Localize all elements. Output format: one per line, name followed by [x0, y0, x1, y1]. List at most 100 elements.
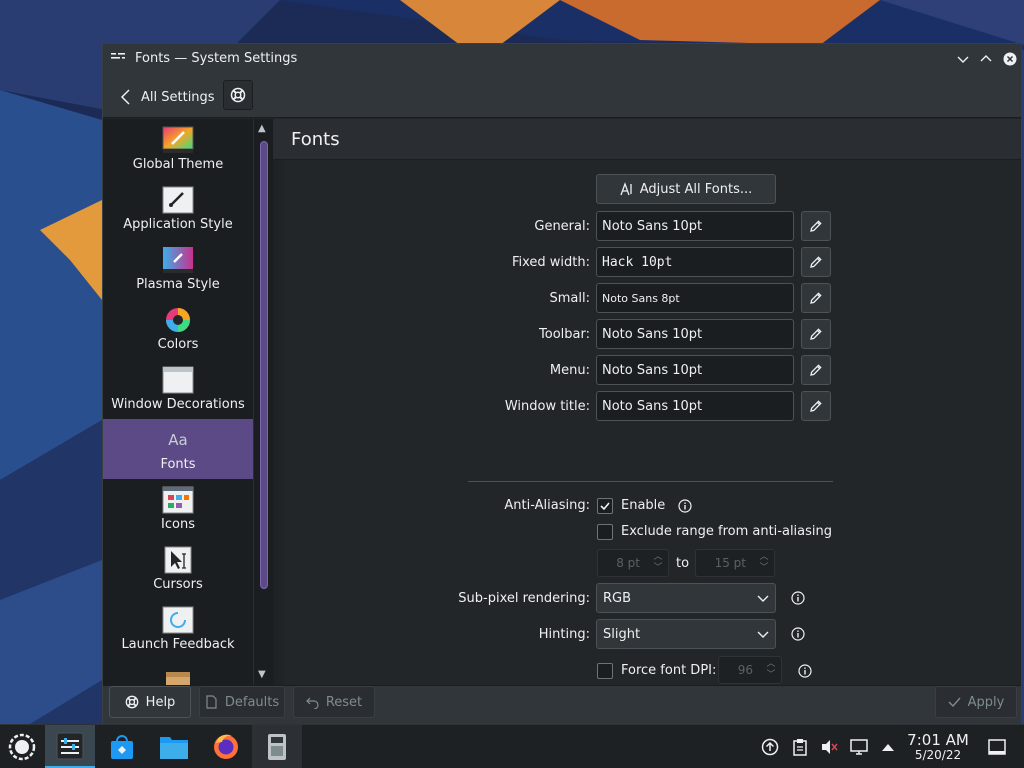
- package-icon: [162, 665, 194, 685]
- task-firefox[interactable]: [201, 725, 251, 768]
- cursors-icon: [162, 545, 194, 575]
- show-desktop-icon[interactable]: [988, 738, 1006, 756]
- settings-sidebar: Global Theme Application Style Plasma St…: [103, 119, 273, 685]
- info-icon[interactable]: [798, 664, 812, 678]
- antialiasing-enable-label: Enable: [621, 498, 666, 513]
- adjust-all-fonts-label: Adjust All Fonts...: [639, 181, 753, 197]
- sidebar-scrollbar-thumb[interactable]: [260, 141, 268, 589]
- scroll-up-arrow-icon[interactable]: ▲: [258, 123, 266, 134]
- general-font-edit-button[interactable]: [801, 211, 831, 241]
- exclude-range-to-spinbox[interactable]: 15 pt ︿ ﹀: [695, 549, 775, 577]
- fixed-width-font-edit-button[interactable]: [801, 247, 831, 277]
- small-font-edit-button[interactable]: [801, 283, 831, 313]
- screenshot-app-icon: [268, 734, 286, 760]
- chevron-down-icon: [757, 631, 769, 638]
- force-dpi-checkbox[interactable]: [597, 663, 613, 679]
- clipboard-tray-icon[interactable]: [791, 738, 809, 756]
- task-dolphin[interactable]: [149, 725, 199, 768]
- close-button[interactable]: [1001, 50, 1019, 68]
- system-settings-icon: [56, 732, 84, 759]
- exclude-range-label: Exclude range from anti-aliasing: [621, 524, 833, 539]
- discover-store-icon: [111, 735, 133, 759]
- sidebar-item-cursors[interactable]: Cursors: [103, 539, 253, 599]
- checkmark-icon: [948, 697, 961, 708]
- sidebar-item-label: Icons: [161, 517, 195, 532]
- checkmark-icon: [600, 502, 610, 511]
- font-adjust-icon: [620, 182, 632, 196]
- window-title-font-edit-button[interactable]: [801, 391, 831, 421]
- info-icon[interactable]: [678, 499, 692, 513]
- small-font-field[interactable]: Noto Sans 8pt: [596, 283, 794, 313]
- close-icon: [1003, 52, 1017, 66]
- spin-arrows-icon[interactable]: ︿ ﹀: [765, 659, 777, 681]
- icons-icon: [162, 485, 194, 515]
- range-to-label: to: [676, 556, 690, 571]
- sidebar-item-fonts[interactable]: Aa Fonts: [103, 419, 253, 479]
- sidebar-item-global-theme[interactable]: Global Theme: [103, 119, 253, 179]
- general-font-field[interactable]: Noto Sans 10pt: [596, 211, 794, 241]
- sidebar-item-launch-feedback[interactable]: Launch Feedback: [103, 599, 253, 659]
- maximize-button[interactable]: [977, 50, 995, 68]
- pencil-icon: [810, 328, 822, 340]
- update-tray-icon[interactable]: [761, 738, 779, 756]
- antialiasing-enable-checkbox[interactable]: [597, 498, 613, 514]
- force-dpi-spinbox[interactable]: 96 ︿ ﹀: [718, 656, 782, 684]
- sidebar-item-colors[interactable]: Colors: [103, 299, 253, 359]
- scroll-down-arrow-icon[interactable]: ▼: [258, 669, 266, 680]
- help-lifebuoy-button[interactable]: [223, 80, 253, 110]
- sidebar-item-application-style[interactable]: Application Style: [103, 179, 253, 239]
- menu-font-edit-button[interactable]: [801, 355, 831, 385]
- fixed-width-font-label: Fixed width:: [511, 255, 590, 270]
- steam-deck-launcher-icon: [8, 733, 36, 761]
- sidebar-item-plasma-style[interactable]: Plasma Style: [103, 239, 253, 299]
- toolbar-font-field[interactable]: Noto Sans 10pt: [596, 319, 794, 349]
- sidebar-item-icons[interactable]: Icons: [103, 479, 253, 539]
- pencil-icon: [810, 292, 822, 304]
- network-tray-icon[interactable]: [850, 738, 868, 756]
- sidebar-scrollbar[interactable]: ▲ ▼: [253, 119, 273, 685]
- plasma-style-icon: [162, 245, 194, 275]
- dialog-button-bar: Help Defaults Reset Apply: [103, 685, 1021, 725]
- sidebar-item-label: Colors: [157, 337, 199, 352]
- window-title-font-field[interactable]: Noto Sans 10pt: [596, 391, 794, 421]
- spin-arrows-icon[interactable]: ︿ ﹀: [758, 552, 770, 574]
- subpixel-rendering-combobox[interactable]: RGB: [596, 583, 776, 613]
- exclude-range-checkbox[interactable]: [597, 524, 613, 540]
- page-title: Fonts: [291, 129, 340, 150]
- system-settings-window: Fonts — System Settings All Settings Glo…: [102, 43, 1022, 725]
- exclude-range-from-spinbox[interactable]: 8 pt ︿ ﹀: [597, 549, 669, 577]
- all-settings-back-button[interactable]: All Settings: [119, 86, 215, 108]
- defaults-button[interactable]: Defaults: [199, 686, 285, 718]
- sidebar-item-partial[interactable]: [103, 659, 253, 685]
- reset-button[interactable]: Reset: [293, 686, 375, 718]
- info-icon[interactable]: [791, 591, 805, 605]
- chevron-down-icon: [757, 595, 769, 602]
- digital-clock[interactable]: 7:01 AM 5/20/22: [898, 731, 978, 762]
- volume-muted-tray-icon[interactable]: [820, 738, 838, 756]
- apply-button[interactable]: Apply: [935, 686, 1017, 718]
- adjust-all-fonts-button[interactable]: Adjust All Fonts...: [596, 174, 776, 204]
- task-discover[interactable]: [97, 725, 147, 768]
- minimize-button[interactable]: [954, 50, 972, 68]
- sidebar-item-label: Launch Feedback: [121, 637, 235, 652]
- tray-expand-arrow-icon[interactable]: [879, 738, 897, 756]
- task-system-settings[interactable]: [45, 725, 95, 768]
- clock-time: 7:01 AM: [907, 731, 969, 749]
- chevron-left-icon: [120, 89, 130, 105]
- fixed-width-font-field[interactable]: Hack 10pt: [596, 247, 794, 277]
- sidebar-item-window-decorations[interactable]: Window Decorations: [103, 359, 253, 419]
- info-icon[interactable]: [791, 627, 805, 641]
- pencil-icon: [810, 400, 822, 412]
- sidebar-item-label: Window Decorations: [111, 397, 245, 412]
- lifebuoy-icon: [125, 695, 139, 709]
- spin-arrows-icon[interactable]: ︿ ﹀: [652, 552, 664, 574]
- sidebar-item-label: Plasma Style: [136, 277, 220, 292]
- application-launcher-button[interactable]: [0, 725, 44, 768]
- window-decorations-icon: [162, 365, 194, 395]
- menu-font-field[interactable]: Noto Sans 10pt: [596, 355, 794, 385]
- window-titlebar[interactable]: Fonts — System Settings: [103, 44, 1021, 74]
- hinting-combobox[interactable]: Slight: [596, 619, 776, 649]
- toolbar-font-edit-button[interactable]: [801, 319, 831, 349]
- help-button[interactable]: Help: [109, 686, 191, 718]
- task-spectacle[interactable]: [252, 725, 302, 768]
